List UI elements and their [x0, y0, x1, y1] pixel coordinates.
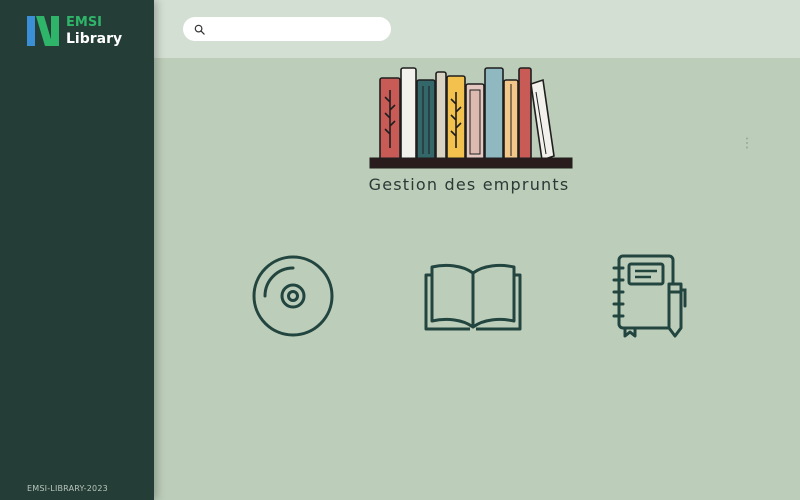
logo-text: EMSI Library: [66, 14, 122, 48]
main-content: Gestion des emprunts: [154, 58, 800, 500]
sidebar-footer: EMSI-LIBRARY-2023: [27, 484, 108, 493]
logo-title-line1: EMSI: [66, 15, 103, 30]
search-bar[interactable]: [183, 17, 391, 41]
bookshelf-illustration: [369, 67, 573, 169]
logo-title-line2: Library: [66, 31, 123, 47]
notebook-pen-icon[interactable]: [611, 254, 687, 338]
page-title: Gestion des emprunts: [368, 175, 570, 194]
sidebar: EMSI Library EMSI-LIBRARY-2023: [0, 0, 154, 500]
search-input[interactable]: [211, 19, 381, 39]
app-logo[interactable]: EMSI Library: [27, 14, 122, 48]
cd-icon[interactable]: [251, 254, 335, 338]
top-bar: [154, 0, 800, 58]
more-vertical-icon[interactable]: [744, 136, 750, 150]
logo-mark-icon: [27, 16, 59, 46]
search-icon: [194, 24, 205, 35]
open-book-icon[interactable]: [424, 261, 522, 333]
